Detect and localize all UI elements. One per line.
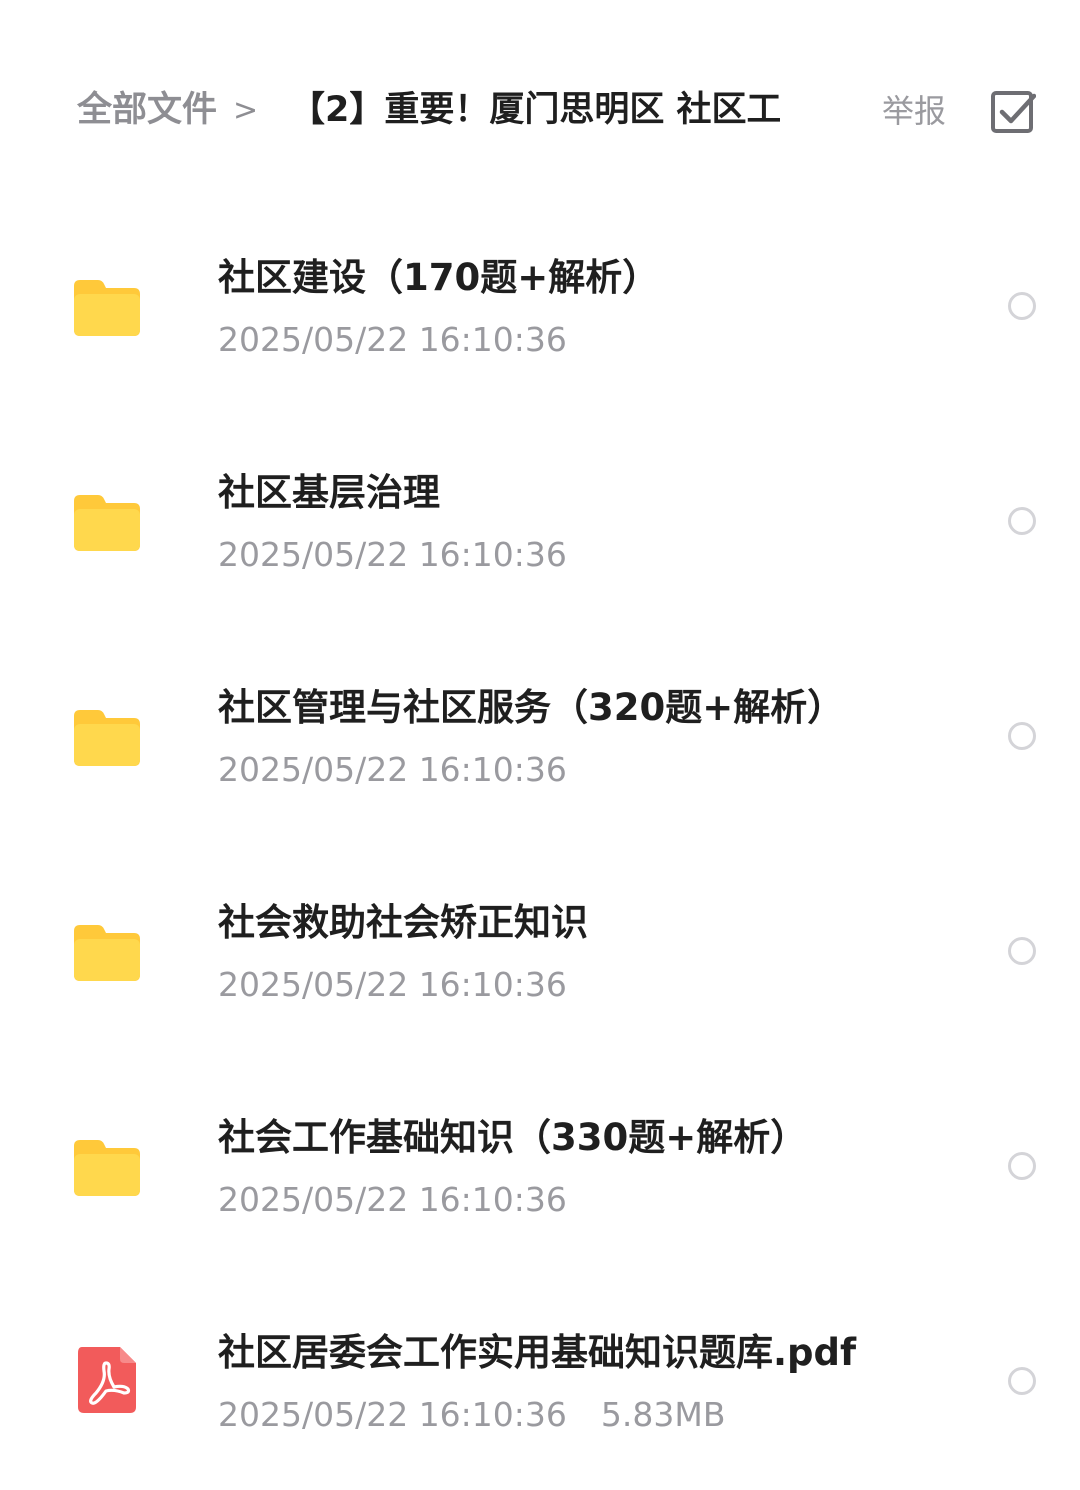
list-item[interactable]: 社区建设（170题+解析） 2025/05/22 16:10:36	[0, 200, 1080, 415]
item-meta: 2025/05/22 16:10:36	[218, 533, 567, 577]
breadcrumb-root[interactable]: 全部文件	[77, 88, 217, 132]
item-date: 2025/05/22 16:10:36	[218, 535, 567, 574]
folder-icon	[74, 710, 140, 766]
list-item[interactable]: 社区居委会工作实用基础知识题库.pdf 2025/05/22 16:10:36 5…	[0, 1275, 1080, 1490]
checkbox-icon[interactable]	[990, 90, 1036, 136]
folder-icon	[74, 925, 140, 981]
list-item[interactable]: 社区管理与社区服务（320题+解析） 2025/05/22 16:10:36	[0, 630, 1080, 845]
item-date: 2025/05/22 16:10:36	[218, 1395, 567, 1434]
item-date: 2025/05/22 16:10:36	[218, 1180, 567, 1219]
pdf-icon	[78, 1347, 136, 1413]
item-name: 社会救助社会矫正知识	[218, 901, 588, 944]
item-meta: 2025/05/22 16:10:36	[218, 963, 567, 1007]
item-date: 2025/05/22 16:10:36	[218, 750, 567, 789]
item-meta: 2025/05/22 16:10:36	[218, 1178, 567, 1222]
item-name: 社区建设（170题+解析）	[218, 256, 660, 299]
list-item[interactable]: 社区基层治理 2025/05/22 16:10:36	[0, 415, 1080, 630]
item-meta: 2025/05/22 16:10:36 5.83MB	[218, 1393, 726, 1437]
report-button[interactable]: 举报	[882, 89, 946, 133]
select-radio[interactable]	[1008, 507, 1036, 535]
top-bar: 全部文件 > 【2】重要！厦门思明区 社区工作者 举报	[0, 60, 1080, 164]
select-radio[interactable]	[1008, 292, 1036, 320]
breadcrumb-current-folder: 【2】重要！厦门思明区 社区工作者	[290, 90, 780, 130]
item-name: 社区居委会工作实用基础知识题库.pdf	[218, 1331, 857, 1374]
select-radio[interactable]	[1008, 722, 1036, 750]
folder-icon	[74, 1140, 140, 1196]
file-list: 社区建设（170题+解析） 2025/05/22 16:10:36 社区基层治理…	[0, 200, 1080, 1490]
folder-icon	[74, 495, 140, 551]
list-item[interactable]: 社会工作基础知识（330题+解析） 2025/05/22 16:10:36	[0, 1060, 1080, 1275]
item-name: 社区基层治理	[218, 471, 440, 514]
item-date: 2025/05/22 16:10:36	[218, 320, 567, 359]
item-name: 社会工作基础知识（330题+解析）	[218, 1116, 808, 1159]
list-item[interactable]: 社会救助社会矫正知识 2025/05/22 16:10:36	[0, 845, 1080, 1060]
select-radio[interactable]	[1008, 1367, 1036, 1395]
item-size: 5.83MB	[600, 1395, 726, 1434]
breadcrumb-separator: >	[233, 93, 259, 128]
select-radio[interactable]	[1008, 1152, 1036, 1180]
select-radio[interactable]	[1008, 937, 1036, 965]
item-meta: 2025/05/22 16:10:36	[218, 748, 567, 792]
folder-icon	[74, 280, 140, 336]
item-meta: 2025/05/22 16:10:36	[218, 318, 567, 362]
item-name: 社区管理与社区服务（320题+解析）	[218, 686, 845, 729]
item-date: 2025/05/22 16:10:36	[218, 965, 567, 1004]
